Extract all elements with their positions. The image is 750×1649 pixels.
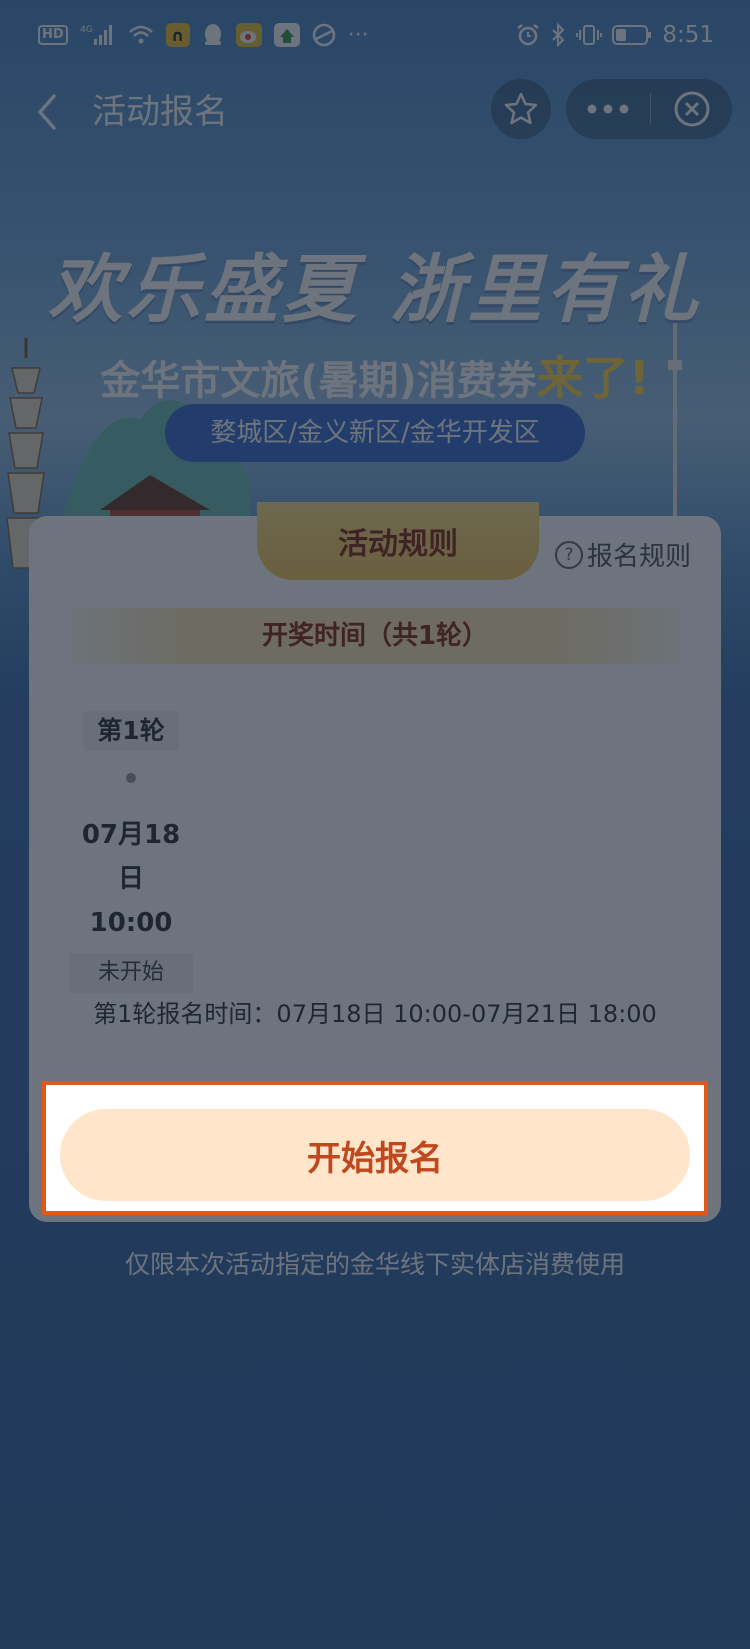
more-dots-icon — [587, 104, 629, 114]
round-date: 07月18日 — [81, 820, 181, 894]
svg-text:4G: 4G — [80, 25, 93, 35]
ribbon-label: 活动规则 — [338, 527, 458, 562]
mini-program-capsule — [566, 79, 732, 139]
round-time: 10:00 — [89, 908, 173, 938]
app-icon: ∩ — [165, 23, 190, 47]
status-time: 8:51 — [662, 22, 714, 48]
alarm-icon — [516, 23, 540, 47]
district-pill: 婺城区/金义新区/金华开发区 — [165, 404, 585, 462]
favorite-button[interactable] — [491, 79, 551, 139]
close-circle-icon — [674, 91, 709, 127]
banner-subtitle: 金华市文旅(暑期)消费券来了! — [0, 342, 750, 408]
nav-bar: 活动报名 — [0, 62, 750, 162]
weibo-icon — [235, 23, 262, 47]
back-button[interactable] — [30, 90, 70, 134]
activity-rules-card: 活动规则 ? 报名规则 开奖时间（共1轮） 第1轮 07月18日 10:00 未… — [29, 502, 721, 1222]
status-left: HD 4G ∩ ··· — [38, 20, 369, 50]
hd-icon: HD — [38, 25, 68, 45]
round-item: 第1轮 07月18日 10:00 未开始 — [69, 711, 193, 993]
status-bar: HD 4G ∩ ··· 8:51 — [0, 0, 750, 62]
battery-icon — [612, 24, 652, 46]
registration-rules-label: 报名规则 — [586, 542, 691, 572]
browser-icon — [312, 23, 336, 47]
question-icon: ? — [554, 540, 583, 569]
app-icon-2 — [273, 23, 300, 47]
back-arrow-icon — [37, 94, 56, 130]
rules-ribbon: 活动规则 — [257, 502, 539, 580]
page-title: 活动报名 — [92, 92, 228, 132]
draw-time-header: 开奖时间（共1轮） — [69, 608, 681, 664]
more-button[interactable] — [566, 79, 650, 139]
status-right: 8:51 — [516, 20, 714, 50]
page-background: HD 4G ∩ ··· 8:51 活动报名 欢乐盛夏 浙里有礼 金华市文旅(暑期… — [0, 0, 750, 1649]
close-button[interactable] — [651, 79, 732, 139]
registration-rules-link[interactable]: ? 报名规则 — [554, 536, 691, 573]
subtitle-main: 金华市文旅(暑期)消费券 — [100, 358, 537, 404]
qq-icon — [202, 23, 224, 47]
subtitle-highlight: 来了! — [536, 351, 650, 405]
more-notifications-icon: ··· — [347, 22, 369, 48]
registration-time: 第1轮报名时间：07月18日 10:00-07月21日 18:00 — [93, 1000, 657, 1028]
star-icon — [504, 92, 538, 125]
bluetooth-icon — [550, 23, 566, 47]
wifi-icon — [128, 24, 154, 46]
round-status-badge: 未开始 — [69, 953, 193, 993]
vibrate-icon — [576, 23, 603, 47]
footer-note: 仅限本次活动指定的金华线下实体店消费使用 — [124, 1250, 625, 1279]
banner-slogan: 欢乐盛夏 浙里有礼 — [48, 247, 702, 333]
timeline-dot — [126, 773, 136, 783]
signal-icon: 4G — [80, 23, 116, 47]
round-label: 第1轮 — [83, 711, 179, 751]
